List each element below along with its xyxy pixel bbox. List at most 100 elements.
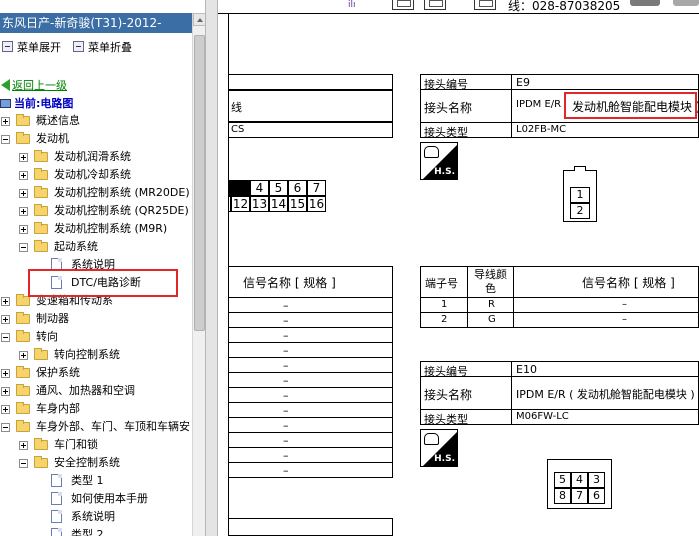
tree-doc-item[interactable]: 如何使用本手册: [0, 490, 192, 508]
collapse-toggle-icon[interactable]: [1, 135, 10, 144]
e9-pin-2: 2: [570, 203, 590, 219]
harness-side-label: H.S.: [434, 454, 455, 464]
e9-terminal-header: 端子号: [420, 266, 468, 298]
e9-terminal-header-text: 端子号: [425, 277, 458, 290]
tree-folder-item[interactable]: 安全控制系统: [0, 454, 192, 472]
e9-no-label-cell: 接头编号: [420, 74, 512, 90]
collapse-toggle-icon[interactable]: [19, 459, 28, 468]
toolbar-button[interactable]: [424, 0, 446, 10]
toolbar-button[interactable]: [474, 0, 496, 10]
tree-item-label: 如何使用本手册: [71, 492, 148, 505]
collapse-toggle-icon[interactable]: [1, 423, 10, 432]
folder-icon: [34, 222, 48, 234]
category-tree: 概述信息 发动机 发动机润滑系统发动机冷却系统发动机控制系统 (MR20DE) 发动机…: [0, 74, 192, 536]
hotline-text: 线：028-87038205: [508, 0, 621, 13]
tree-scrollbar[interactable]: [192, 13, 205, 536]
signal-row: –: [228, 402, 393, 418]
tree-item-label: 通风、加热器和空调: [36, 384, 135, 397]
e10-pin-5: 5: [554, 472, 571, 488]
expand-toggle-icon[interactable]: [1, 117, 10, 126]
expand-toggle-icon[interactable]: [1, 297, 10, 306]
tree-folder-item[interactable]: 发动机润滑系统: [0, 148, 192, 166]
panel-splitter[interactable]: [205, 0, 218, 536]
tree-folder-item[interactable]: 车身外部、车门、车顶和车辆安: [0, 418, 192, 436]
tree-folder-item[interactable]: 保护系统: [0, 364, 192, 382]
e9-signal-header-text: 信号名称 [ 规格 ]: [582, 276, 675, 290]
expand-all-button[interactable]: 菜单展开: [2, 40, 61, 56]
folder-icon: [16, 384, 30, 396]
connector-pin: 4: [250, 180, 269, 196]
tree-folder-item[interactable]: 起动系统: [0, 238, 192, 256]
e10-name-value-cell: IPDM E/R ( 发动机舱智能配电模块 ): [511, 376, 699, 410]
expand-toggle-icon[interactable]: [1, 405, 10, 414]
collapse-toggle-icon[interactable]: [19, 243, 28, 252]
signal-row-text: –: [283, 344, 289, 357]
e10-name-value: IPDM E/R ( 发动机舱智能配电模块 ): [516, 388, 695, 401]
e9-name-label: 接头名称: [424, 101, 473, 115]
expand-toggle-icon[interactable]: [19, 171, 28, 180]
e10-connector-face: 5 4 3 8 7 6: [547, 459, 612, 509]
tree-item-label: 发动机控制系统 (MR20DE): [54, 186, 190, 199]
scroll-thumb[interactable]: [194, 35, 205, 331]
e9-row-signal-cell: –: [513, 312, 699, 328]
scroll-up-button[interactable]: [193, 13, 205, 26]
e10-pin-6: 6: [588, 488, 605, 504]
tree-item-label: 发动机冷却系统: [54, 168, 131, 181]
tree-doc-item[interactable]: 类型 1: [0, 472, 192, 490]
tree-folder-item[interactable]: 车门和锁: [0, 436, 192, 454]
tree-folder-item[interactable]: 制动器: [0, 310, 192, 328]
folder-icon: [16, 132, 30, 144]
tree-folder-item[interactable]: 发动机: [0, 130, 192, 148]
signal-row-text: –: [283, 434, 289, 447]
expand-toggle-icon[interactable]: [19, 225, 28, 234]
signal-row-text: –: [283, 419, 289, 432]
connector-pin: 12: [231, 196, 250, 212]
expand-toggle-icon[interactable]: [1, 369, 10, 378]
tree-folder-item[interactable]: 通风、加热器和空调: [0, 382, 192, 400]
folder-icon: [34, 240, 48, 252]
tree-folder-item[interactable]: 发动机控制系统 (QR25DE): [0, 202, 192, 220]
e10-type-label-cell: 接头类型: [420, 409, 512, 425]
expand-toggle-icon[interactable]: [19, 153, 28, 162]
e9-row-terminal-cell: 1: [420, 297, 468, 313]
e10-pin-7: 7: [571, 488, 588, 504]
tree-folder-item[interactable]: 车身内部: [0, 400, 192, 418]
e9-color-header: 导线颜色: [467, 266, 514, 298]
expand-toggle-icon[interactable]: [19, 189, 28, 198]
toolbar-decoration: [673, 0, 699, 6]
signal-row: –: [228, 447, 393, 463]
collapse-toggle-icon[interactable]: [1, 333, 10, 342]
signal-row: –: [228, 297, 393, 313]
tree-doc-item[interactable]: 系统说明: [0, 508, 192, 526]
tree-doc-item[interactable]: 类型 2: [0, 526, 192, 536]
e9-pin-1: 1: [570, 187, 590, 203]
tree-folder-item[interactable]: 转向: [0, 328, 192, 346]
document-icon: [51, 492, 62, 505]
tree-folder-item[interactable]: 转向控制系统: [0, 346, 192, 364]
tree-item-label: 发动机控制系统 (QR25DE): [54, 204, 189, 217]
signal-row: –: [228, 462, 393, 478]
expand-toggle-icon[interactable]: [1, 387, 10, 396]
connector-name-highlight: [564, 92, 697, 119]
folder-icon: [16, 330, 30, 342]
tree-folder-item[interactable]: 发动机控制系统 (MR20DE): [0, 184, 192, 202]
expand-toggle-icon[interactable]: [1, 315, 10, 324]
signal-header-cell: 信号名称 [ 规格 ]: [228, 266, 393, 298]
connector-pin: 15: [288, 196, 307, 212]
expand-toggle-icon[interactable]: [19, 351, 28, 360]
e9-no-label: 接头编号: [424, 78, 468, 90]
tree-item-label: 制动器: [36, 312, 69, 325]
tree-folder-item[interactable]: 概述信息: [0, 112, 192, 130]
tree-toolbar: 菜单展开 菜单折叠: [0, 38, 192, 58]
e9-row-terminal: 2: [441, 314, 448, 325]
tree-folder-item[interactable]: 发动机控制系统 (M9R): [0, 220, 192, 238]
toolbar-button[interactable]: [392, 0, 414, 10]
e9-row-signal-cell: –: [513, 297, 699, 313]
collapse-all-button[interactable]: 菜单折叠: [73, 40, 132, 56]
e9-name-label-cell: 接头名称: [420, 89, 512, 123]
folder-icon: [16, 366, 30, 378]
expand-toggle-icon[interactable]: [19, 207, 28, 216]
expand-toggle-icon[interactable]: [19, 441, 28, 450]
folder-icon: [34, 204, 48, 216]
tree-folder-item[interactable]: 发动机冷却系统: [0, 166, 192, 184]
